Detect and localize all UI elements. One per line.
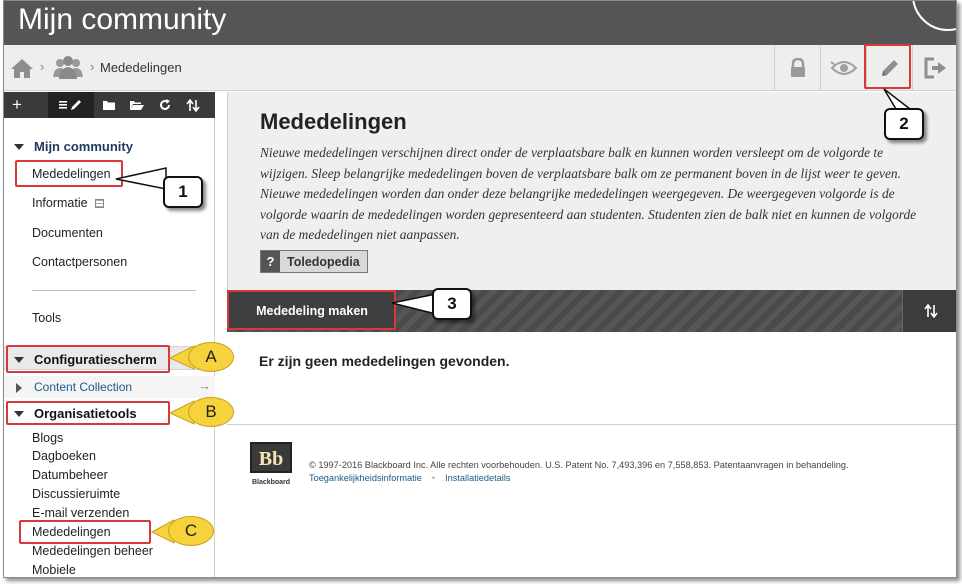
add-menu-item-icon[interactable]: + [4,92,30,118]
hidden-grid-icon [95,199,105,209]
org-item-datumbeheer[interactable]: Datumbeheer [32,468,108,482]
highlight-box-mededelingen [15,160,123,187]
callout-b: B [188,397,234,427]
content-collection-row[interactable]: Content Collection → [4,376,215,398]
page-title: Mededelingen [260,109,407,134]
sort-button[interactable] [902,290,956,332]
menu-item-informatie-label: Informatie [32,196,88,210]
help-button[interactable]: ? Toledopedia [260,250,368,273]
page-description: Nieuwe mededelingen verschijnen direct o… [260,145,917,242]
blackboard-logo[interactable]: Bb Blackboard [248,442,294,486]
org-item-dagboeken[interactable]: Dagboeken [32,449,96,463]
lock-icon [790,57,805,77]
main-content: Mededelingen Nieuwe mededelingen verschi… [227,92,956,577]
people-icon[interactable] [52,55,84,81]
course-menu-toolbar: + [4,92,215,118]
highlight-box-create-button [227,290,396,330]
home-icon[interactable] [10,57,34,79]
highlight-box-control-panel [6,345,170,373]
collapsed-triangle-icon [16,382,22,393]
content-collection-text: Content Collection [34,380,133,394]
logo-letters: Bb [259,448,283,470]
student-preview-button[interactable] [820,45,866,90]
callout-2: 2 [884,108,924,140]
open-folder-icon[interactable] [124,92,150,118]
exit-icon [924,57,946,78]
screenshot-frame: Mijn community › › Mededelingen + Mijn c… [3,0,957,578]
logo-caption: Blackboard [252,479,290,486]
org-item-email[interactable]: E-mail verzenden [32,506,129,520]
eye-icon [829,60,857,75]
decorative-circle [912,1,956,31]
course-title: Mijn community [18,3,227,36]
sort-icon [923,304,938,318]
callout-1: 1 [163,176,203,208]
menu-item-contactpersonen[interactable]: Contactpersonen [32,255,127,269]
breadcrumb-separator: › [40,59,45,74]
menu-divider [32,290,196,291]
page-header: Mededelingen Nieuwe mededelingen verschi… [227,92,956,290]
footer-divider [227,424,956,425]
copyright-text: © 1997-2016 Blackboard Inc. Alle rechten… [309,460,849,470]
breadcrumb-bar: › › Mededelingen [4,45,956,91]
callout-a: A [188,342,234,372]
lock-button[interactable] [774,45,820,90]
expanded-triangle-icon [14,143,24,150]
footer-links: Toegankelijkheidsinformatie • Installatied… [309,473,510,483]
link-separator-dot: • [431,473,436,483]
callout-c: C [168,516,214,546]
installation-details-link[interactable]: Installatiedetails [445,473,510,483]
breadcrumb-separator: › [90,59,95,74]
help-icon: ? [261,251,280,272]
sort-icon[interactable] [180,92,206,118]
org-item-discussieruimte[interactable]: Discussieruimte [32,487,120,501]
list-edit-icon[interactable] [48,92,94,118]
breadcrumb-current[interactable]: Mededelingen [100,60,182,75]
course-menu-section-title[interactable]: Mijn community [14,139,133,154]
exit-button[interactable] [912,45,956,90]
org-item-mobiele[interactable]: Mobiele [32,563,76,577]
section-title-text: Mijn community [34,139,133,154]
highlight-box-org-tools [6,401,170,425]
arrow-right-icon: → [198,378,211,393]
content-collection-label: Content Collection [16,380,132,394]
menu-item-tools[interactable]: Tools [32,311,61,325]
empty-message: Er zijn geen mededelingen gevonden. [259,353,510,369]
title-bar: Mijn community [4,1,956,45]
callout-3: 3 [432,288,472,320]
highlight-box-edit-mode [864,44,911,89]
menu-item-informatie[interactable]: Informatie [32,196,105,210]
help-label: Toledopedia [280,251,367,272]
highlight-box-org-mededelingen [19,520,151,544]
org-item-blogs[interactable]: Blogs [32,431,63,445]
menu-item-documenten[interactable]: Documenten [32,226,103,240]
org-item-mededelingen-beheer[interactable]: Mededelingen beheer [32,544,153,558]
accessibility-link[interactable]: Toegankelijkheidsinformatie [309,473,422,483]
folder-icon[interactable] [98,92,120,118]
refresh-icon[interactable] [154,92,176,118]
